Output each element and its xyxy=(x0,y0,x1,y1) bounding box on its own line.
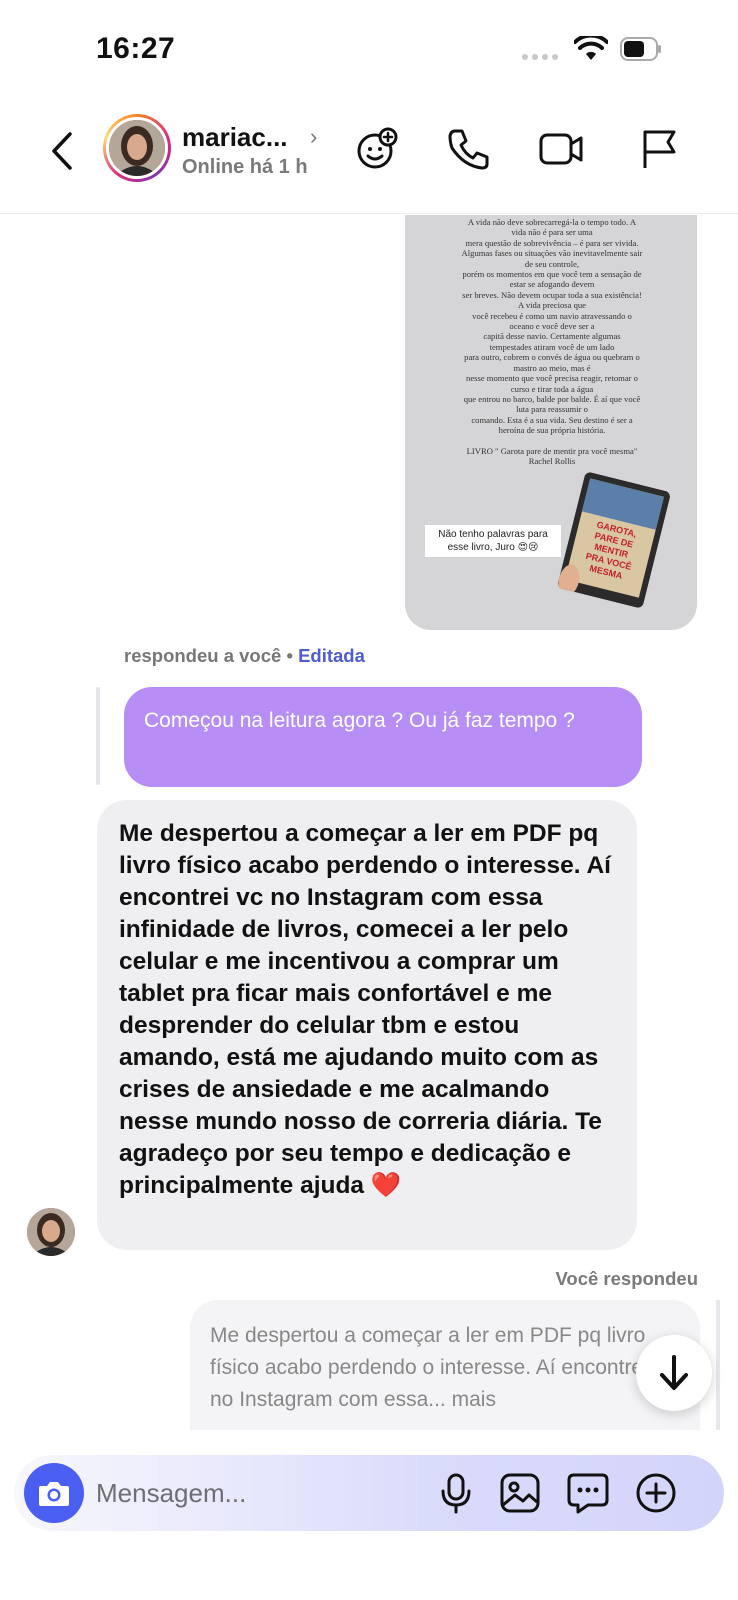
story-text-line: vida não é para ser uma xyxy=(511,227,593,238)
back-icon[interactable] xyxy=(44,128,80,174)
you-replied-label: Você respondeu xyxy=(555,1268,698,1289)
story-text-line: mastro ao meio, mas é xyxy=(513,362,591,373)
microphone-icon[interactable] xyxy=(434,1471,478,1515)
story-text-line: mera questão de sobrevivência – é para s… xyxy=(465,237,639,248)
story-text-line: heroína de sua própria história. xyxy=(498,425,606,436)
story-text-line: A vida preciosa que xyxy=(517,300,586,311)
book-tablet-image: GAROTA, PARE DE MENTIR PRA VOCÊ MESMA xyxy=(558,472,670,608)
add-icon[interactable] xyxy=(634,1471,678,1515)
battery-icon xyxy=(620,37,661,61)
wifi-icon xyxy=(574,36,608,60)
story-text-line: ser breves. Não devem ocupar toda a sua … xyxy=(462,289,642,300)
arrow-down-icon xyxy=(660,1355,688,1390)
story-text-line: que entrou no barco, balde por balde. É … xyxy=(463,393,641,404)
chat-header: mariac... › Online há 1 h xyxy=(0,100,738,214)
reply-meta-label: respondeu a você xyxy=(124,645,282,666)
story-text-line: LIVRO " Garota pare de mentir pra você m… xyxy=(466,445,638,456)
gallery-icon[interactable] xyxy=(498,1471,542,1515)
story-text-line: curso e tirar toda a água xyxy=(510,383,594,394)
message-input[interactable] xyxy=(96,1473,426,1513)
cellular-signal-icon xyxy=(522,54,558,60)
chat-bubble-icon[interactable] xyxy=(566,1471,610,1515)
message-composer xyxy=(14,1455,724,1531)
status-bar: 16:27 xyxy=(0,0,738,100)
scroll-to-bottom-button[interactable] xyxy=(636,1335,712,1411)
story-text-line: para outro, cobrem o convés de água ou q… xyxy=(464,352,640,363)
sender-avatar[interactable] xyxy=(27,1208,75,1256)
story-text-line: nesse momento que você precisa reagir, r… xyxy=(466,373,638,384)
story-text-line: você recebeu é como um navio atravessand… xyxy=(472,310,632,321)
story-text-line xyxy=(427,436,677,446)
chevron-right-icon[interactable]: › xyxy=(310,124,317,150)
status-time: 16:27 xyxy=(96,32,176,65)
own-reply-quote-bubble[interactable]: Me despertou a começar a ler em PDF pq l… xyxy=(190,1300,700,1430)
own-quote-line xyxy=(716,1300,720,1430)
quote-line xyxy=(96,687,100,785)
quoted-message-bubble[interactable]: Começou na leitura agora ? Ou já faz tem… xyxy=(124,687,642,787)
home-indicator-area xyxy=(0,1560,738,1600)
received-message-bubble[interactable]: Me despertou a começar a ler em PDF pq l… xyxy=(97,800,637,1250)
story-text-line: tempestades atiram você de um lado xyxy=(489,341,615,352)
phone-icon[interactable] xyxy=(446,126,492,172)
camera-icon xyxy=(39,1482,69,1506)
shared-story-card[interactable]: A vida não deve sobrecarregá-la o tempo … xyxy=(405,215,697,630)
story-text: A vida não deve sobrecarregá-la o tempo … xyxy=(427,217,677,466)
flag-icon[interactable] xyxy=(636,126,682,172)
story-text-line: oceano e você deve ser a xyxy=(509,321,595,332)
story-text-line: A vida não deve sobrecarregá-la o tempo … xyxy=(467,217,637,227)
story-text-line: Algumas fases ou situações vão inevitave… xyxy=(461,248,643,259)
story-text-line: capitã desse navio. Certamente algumas xyxy=(483,331,621,342)
story-text-line: Rachel Rollis xyxy=(528,455,576,466)
reply-meta: respondeu a você • Editada xyxy=(124,645,365,667)
sticker-icon[interactable] xyxy=(354,126,400,172)
story-text-line: comando. Esta é a sua vida. Seu destino … xyxy=(471,414,633,425)
chat-thread[interactable]: A vida não deve sobrecarregá-la o tempo … xyxy=(0,215,738,1455)
contact-status: Online há 1 h xyxy=(182,156,308,178)
story-text-line: porém os momentos em que você tem a sens… xyxy=(462,269,642,280)
edited-label[interactable]: Editada xyxy=(298,645,365,666)
story-text-line: estar se afogando devem xyxy=(509,279,595,290)
video-icon[interactable] xyxy=(538,126,584,172)
story-text-line: de seu controle, xyxy=(524,258,580,269)
avatar[interactable] xyxy=(103,114,171,182)
story-text-line: luta para reassumir o xyxy=(516,404,588,415)
reply-meta-separator: • xyxy=(286,645,293,666)
contact-name[interactable]: mariac... xyxy=(182,122,288,153)
story-caption: Não tenho palavras para esse livro, Juro… xyxy=(425,525,561,557)
camera-button[interactable] xyxy=(24,1463,84,1523)
